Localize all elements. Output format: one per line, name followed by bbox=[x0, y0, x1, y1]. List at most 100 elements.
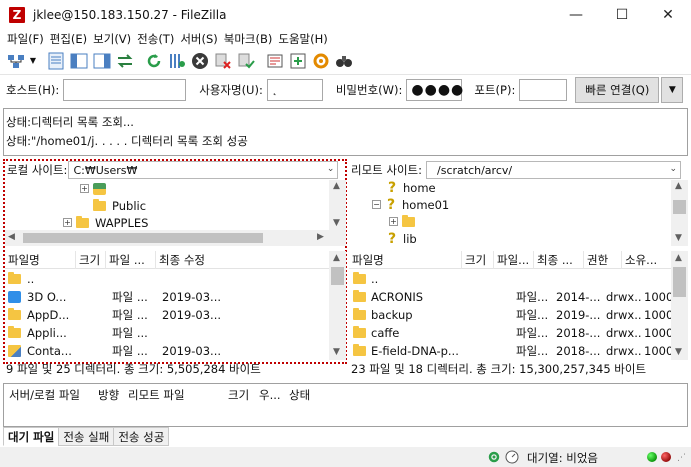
maximize-button[interactable]: ☐ bbox=[599, 0, 645, 30]
column-size[interactable]: 크기 bbox=[76, 250, 106, 269]
chevron-down-icon[interactable]: ⌄ bbox=[669, 164, 677, 174]
site-manager-button[interactable] bbox=[5, 51, 27, 71]
scroll-down-icon[interactable]: ▼ bbox=[333, 218, 340, 228]
scroll-down-icon[interactable]: ▼ bbox=[675, 233, 682, 243]
local-tree-hscroll[interactable]: ◀ ▶ bbox=[5, 230, 346, 246]
column-filename[interactable]: 파일명 bbox=[349, 250, 462, 269]
list-item[interactable]: caffe 파일... 2018-... drwx... 1000... bbox=[349, 324, 677, 342]
list-item[interactable]: .. bbox=[349, 270, 458, 288]
message-log[interactable]: 상태:디렉터리 목록 조회... 상태:"/home01/j. . . . . … bbox=[3, 108, 688, 156]
disconnect-button[interactable] bbox=[212, 51, 234, 71]
local-tree-vscroll[interactable]: ▲ ▼ bbox=[329, 180, 346, 230]
list-item[interactable]: Appli... 파일 ... bbox=[5, 324, 239, 342]
search-remote-files-button[interactable] bbox=[333, 51, 355, 71]
expand-icon[interactable]: + bbox=[63, 218, 72, 227]
scroll-down-icon[interactable]: ▼ bbox=[333, 347, 340, 357]
column-owner[interactable]: 소유... bbox=[622, 251, 669, 269]
compare-directories-button[interactable] bbox=[310, 51, 332, 71]
column-permissions[interactable]: 권한 bbox=[584, 250, 622, 269]
tree-item[interactable]: + bbox=[80, 180, 112, 197]
list-item[interactable]: .. bbox=[5, 270, 79, 288]
speed-limit-icon[interactable] bbox=[505, 450, 519, 464]
port-input[interactable] bbox=[519, 78, 568, 101]
host-label: 호스트(H): bbox=[6, 82, 60, 97]
list-item[interactable]: AppD... 파일 ... 2019-03... bbox=[5, 306, 239, 324]
tab-queued-files[interactable]: 대기 파일 bbox=[3, 427, 60, 446]
menu-bookmarks[interactable]: 북마크(B) bbox=[221, 31, 276, 47]
list-item[interactable]: Conta... 파일 ... 2019-03... bbox=[5, 342, 239, 360]
quickconnect-button[interactable]: 빠른 연결(Q) bbox=[575, 76, 660, 103]
toggle-local-tree-button[interactable] bbox=[68, 51, 90, 71]
scroll-up-icon[interactable]: ▲ bbox=[333, 253, 340, 263]
column-filetype[interactable]: 파일... bbox=[494, 250, 534, 269]
menu-edit[interactable]: 편집(E) bbox=[47, 31, 90, 47]
queue-column-remote-file[interactable]: 리모트 파일 bbox=[128, 387, 185, 403]
tree-item-home01[interactable]: − ? home01 bbox=[372, 196, 449, 213]
menu-view[interactable]: 보기(V) bbox=[90, 31, 134, 47]
resize-grip-icon[interactable]: ⋰ bbox=[677, 453, 686, 463]
password-input[interactable]: ●●●● bbox=[406, 78, 463, 101]
remote-site-path-combo[interactable]: /scratch/arcv/ ⌄ bbox=[426, 161, 682, 179]
cancel-operation-button[interactable] bbox=[189, 51, 211, 71]
scroll-thumb[interactable] bbox=[673, 200, 686, 214]
local-list-vscroll[interactable]: ▲ ▼ bbox=[329, 251, 346, 360]
refresh-button[interactable] bbox=[143, 51, 165, 71]
scroll-up-icon[interactable]: ▲ bbox=[675, 181, 682, 191]
tree-item-public[interactable]: Public bbox=[93, 197, 146, 214]
queue-column-size[interactable]: 크기 bbox=[228, 387, 249, 403]
scroll-up-icon[interactable]: ▲ bbox=[333, 181, 340, 191]
site-manager-dropdown-icon[interactable]: ▼ bbox=[28, 51, 38, 71]
close-button[interactable]: ✕ bbox=[645, 0, 691, 30]
scroll-left-icon[interactable]: ◀ bbox=[8, 232, 15, 242]
scroll-up-icon[interactable]: ▲ bbox=[675, 253, 682, 263]
quickconnect-dropdown-button[interactable]: ▼ bbox=[661, 76, 684, 103]
toggle-sync-browsing-button[interactable] bbox=[287, 51, 309, 71]
tree-item-label: home01 bbox=[402, 197, 450, 212]
queue-column-local-file[interactable]: 서버/로컬 파일 bbox=[9, 387, 80, 403]
chevron-down-icon[interactable]: ⌄ bbox=[327, 164, 335, 174]
column-size[interactable]: 크기 bbox=[462, 250, 494, 269]
column-last-modified[interactable]: 최종 ... bbox=[534, 250, 584, 269]
host-input[interactable] bbox=[63, 78, 187, 101]
scroll-thumb[interactable] bbox=[23, 233, 263, 243]
expand-icon[interactable]: + bbox=[389, 217, 398, 226]
menu-transfer[interactable]: 전송(T) bbox=[134, 31, 177, 47]
queue-column-priority[interactable]: 우... bbox=[259, 387, 281, 403]
scroll-down-icon[interactable]: ▼ bbox=[675, 347, 682, 357]
scroll-thumb[interactable] bbox=[331, 267, 344, 285]
column-last-modified[interactable]: 최종 수정 bbox=[156, 251, 276, 269]
reconnect-button[interactable] bbox=[235, 51, 257, 71]
column-filename[interactable]: 파일명 bbox=[5, 250, 76, 269]
transfer-queue[interactable]: 서버/로컬 파일 방향 리모트 파일 크기 우... 상태 bbox=[3, 383, 688, 427]
toggle-message-log-button[interactable] bbox=[45, 51, 67, 71]
collapse-icon[interactable]: − bbox=[372, 200, 381, 209]
menu-help[interactable]: 도움말(H) bbox=[275, 31, 330, 47]
minimize-button[interactable]: — bbox=[553, 0, 599, 30]
queue-column-direction[interactable]: 방향 bbox=[98, 387, 119, 403]
menu-server[interactable]: 서버(S) bbox=[177, 31, 220, 47]
directory-listing-filter-button[interactable] bbox=[264, 51, 286, 71]
tree-item[interactable]: + bbox=[389, 213, 421, 230]
tree-item-home[interactable]: ? home bbox=[386, 179, 436, 196]
tree-item-wapples[interactable]: + WAPPLES bbox=[63, 214, 148, 231]
tab-successful-transfers[interactable]: 전송 성공 bbox=[113, 427, 170, 446]
expand-icon[interactable]: + bbox=[80, 184, 89, 193]
list-item[interactable]: backup 파일... 2019-... drwx... 1000... bbox=[349, 306, 677, 324]
username-input[interactable]: ˛ bbox=[266, 78, 323, 101]
list-item[interactable]: 3D O... 파일 ... 2019-03... bbox=[5, 288, 239, 306]
scroll-thumb[interactable] bbox=[673, 267, 686, 297]
menu-file[interactable]: 파일(F) bbox=[4, 31, 47, 47]
remote-tree-vscroll[interactable]: ▲ ▼ bbox=[671, 180, 688, 246]
column-filetype[interactable]: 파일 ... bbox=[106, 250, 156, 269]
toggle-queue-button[interactable] bbox=[114, 51, 136, 71]
toggle-remote-tree-button[interactable] bbox=[91, 51, 113, 71]
scroll-right-icon[interactable]: ▶ bbox=[317, 232, 324, 242]
tree-item-lib[interactable]: ? lib bbox=[386, 230, 417, 247]
remote-list-vscroll[interactable]: ▲ ▼ bbox=[671, 251, 688, 360]
tab-failed-transfers[interactable]: 전송 실패 bbox=[58, 427, 115, 446]
queue-column-status[interactable]: 상태 bbox=[289, 387, 310, 403]
list-item[interactable]: ACRONIS 파일... 2014-... drwx... 1000... bbox=[349, 288, 677, 306]
list-item[interactable]: E-field-DNA-p... 파일... 2018-... drwx... … bbox=[349, 342, 677, 360]
local-site-path-combo[interactable]: C:₩Users₩ ⌄ bbox=[68, 161, 339, 179]
process-queue-button[interactable] bbox=[166, 51, 188, 71]
